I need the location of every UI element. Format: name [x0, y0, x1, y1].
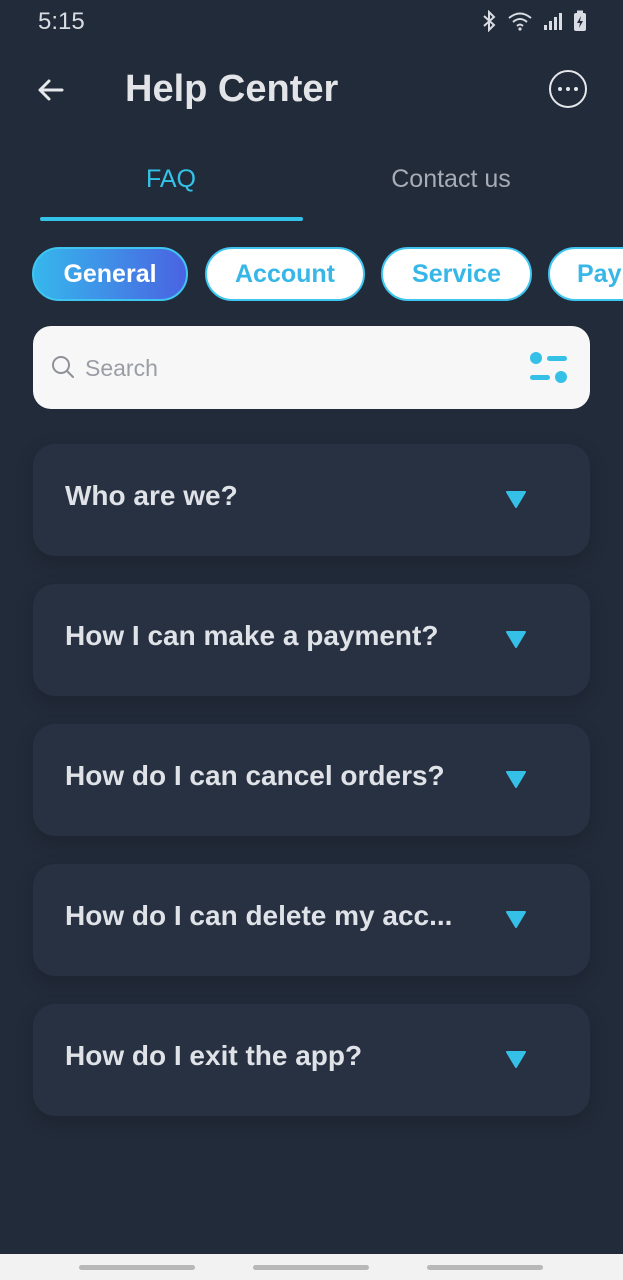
tab-contact-us[interactable]: Contact us [320, 150, 582, 220]
status-time: 5:15 [38, 8, 85, 35]
faq-item[interactable]: How do I can cancel orders? [33, 724, 590, 836]
bluetooth-icon [481, 10, 497, 32]
chevron-down-icon [505, 630, 527, 655]
chip-account[interactable]: Account [205, 247, 365, 301]
active-tab-indicator [40, 217, 303, 221]
tab-bar: FAQ Contact us [40, 150, 585, 224]
faq-item[interactable]: How I can make a payment? [33, 584, 590, 696]
tab-faq[interactable]: FAQ [40, 150, 302, 220]
chevron-down-icon [505, 770, 527, 795]
chip-general[interactable]: General [32, 247, 188, 301]
faq-question: How do I exit the app? [65, 1040, 363, 1071]
signal-icon [543, 11, 563, 31]
nav-back-handle[interactable] [427, 1265, 543, 1270]
faq-question: How do I can cancel orders? [65, 760, 445, 791]
arrow-left-icon [36, 78, 64, 107]
category-chips: General Account Service Pay [0, 247, 623, 303]
more-dot [574, 87, 578, 91]
faq-question: Who are we? [65, 480, 238, 511]
more-dot [558, 87, 562, 91]
status-bar: 5:15 [0, 0, 623, 44]
search-bar [33, 326, 590, 409]
wifi-icon [507, 11, 533, 31]
status-icons [481, 10, 587, 32]
page-title: Help Center [125, 68, 339, 110]
chip-payment[interactable]: Pay [548, 247, 623, 301]
faq-item[interactable]: Who are we? [33, 444, 590, 556]
faq-question: How do I can delete my acc... [65, 900, 453, 931]
faq-item[interactable]: How do I can delete my acc... [33, 864, 590, 976]
faq-question: How I can make a payment? [65, 620, 439, 651]
more-dot [566, 87, 570, 91]
system-navigation-bar [0, 1254, 623, 1280]
app-header: Help Center [0, 60, 623, 124]
chip-service[interactable]: Service [381, 247, 532, 301]
battery-charging-icon [573, 10, 587, 32]
nav-recents-handle[interactable] [79, 1265, 195, 1270]
search-input[interactable] [83, 348, 487, 388]
nav-home-handle[interactable] [253, 1265, 369, 1270]
faq-item[interactable]: How do I exit the app? [33, 1004, 590, 1116]
more-options-button[interactable] [549, 70, 587, 108]
search-icon [51, 355, 75, 384]
filter-icon[interactable] [528, 350, 570, 391]
chevron-down-icon [505, 490, 527, 515]
chevron-down-icon [505, 1050, 527, 1075]
back-button[interactable] [30, 72, 70, 112]
chevron-down-icon [505, 910, 527, 935]
